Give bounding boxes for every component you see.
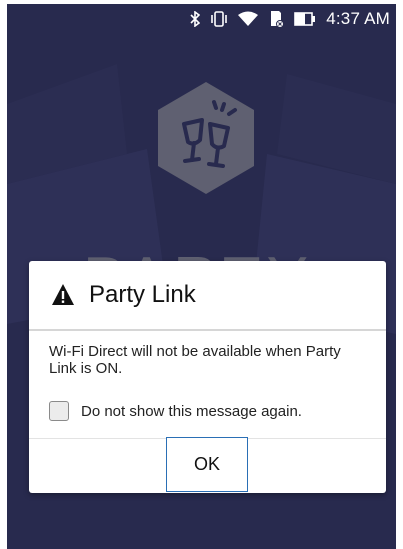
battery-icon bbox=[294, 12, 316, 26]
status-time: 4:37 AM bbox=[326, 9, 390, 28]
screen: PARTY bbox=[7, 4, 396, 549]
dont-show-again-label[interactable]: Do not show this message again. bbox=[81, 403, 302, 420]
dialog-title: Party Link bbox=[89, 281, 196, 308]
bluetooth-icon bbox=[190, 11, 201, 27]
sd-card-icon bbox=[271, 11, 285, 28]
wifi-icon bbox=[238, 11, 259, 26]
vibrate-icon bbox=[211, 11, 228, 27]
party-link-dialog: Party Link Wi-Fi Direct will not be avai… bbox=[29, 261, 386, 493]
status-bar: 4:37 AM bbox=[7, 4, 396, 34]
dialog-header: Party Link bbox=[29, 261, 386, 329]
ok-button[interactable]: OK bbox=[166, 437, 248, 492]
dont-show-again-checkbox[interactable] bbox=[49, 401, 69, 421]
dialog-divider bbox=[29, 329, 386, 331]
dont-show-again-row[interactable]: Do not show this message again. bbox=[49, 401, 302, 421]
party-link-logo bbox=[158, 82, 254, 194]
warning-icon bbox=[52, 284, 74, 305]
dialog-message: Wi-Fi Direct will not be available when … bbox=[49, 343, 341, 377]
device-frame: PARTY bbox=[0, 0, 403, 549]
